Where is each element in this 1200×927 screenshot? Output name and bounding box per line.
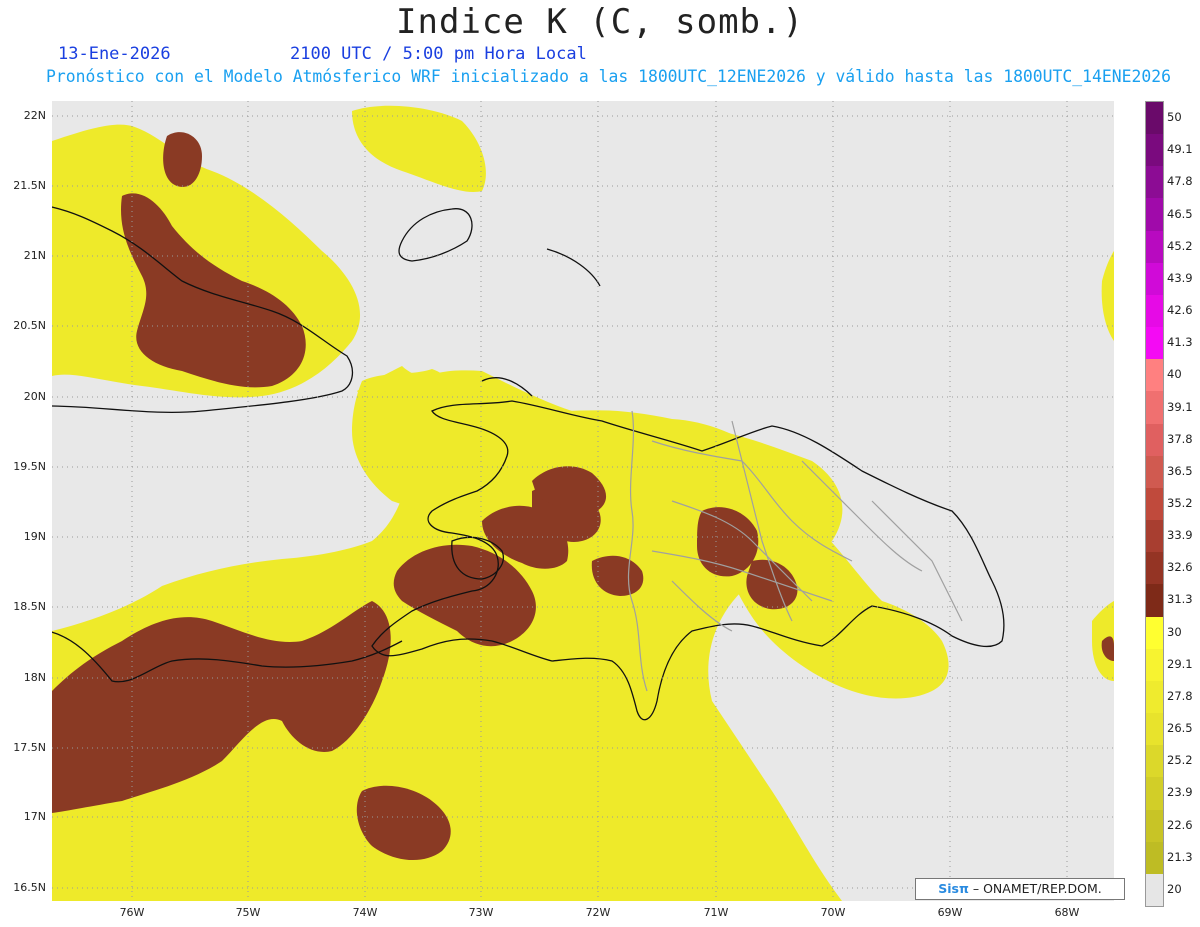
lon-label: 72W xyxy=(585,906,611,919)
colorbar-label: 49.1 xyxy=(1167,142,1193,157)
colorbar-segment xyxy=(1146,359,1163,392)
lat-label: 17N xyxy=(23,810,46,823)
colorbar-segment xyxy=(1146,520,1163,553)
colorbar-segment xyxy=(1146,648,1163,682)
lon-label: 73W xyxy=(468,906,494,919)
k-index-map xyxy=(52,101,1114,901)
forecast-date: 13-Ene-2026 xyxy=(58,44,171,64)
colorbar-segment xyxy=(1146,262,1163,296)
colorbar-label: 39.1 xyxy=(1167,399,1193,414)
colorbar-label: 20 xyxy=(1167,881,1182,896)
lon-label: 68W xyxy=(1054,906,1080,919)
colorbar-segment xyxy=(1146,230,1163,264)
colorbar-label: 42.6 xyxy=(1167,303,1193,318)
colorbar-label: 41.3 xyxy=(1167,335,1193,350)
k-index-field-cuba-north xyxy=(352,105,486,192)
lat-label: 18N xyxy=(23,671,46,684)
colorbar-segment xyxy=(1146,552,1163,585)
colorbar-label: 26.5 xyxy=(1167,721,1193,736)
colorbar-segment xyxy=(1146,134,1163,167)
k-index-high-cuba-2 xyxy=(163,132,202,187)
lat-label: 21N xyxy=(23,249,46,262)
lon-label: 71W xyxy=(703,906,729,919)
colorbar-segment xyxy=(1146,616,1163,650)
lat-label: 17.5N xyxy=(13,741,46,754)
colorbar-label: 35.2 xyxy=(1167,496,1193,510)
credit-org: – ONAMET/REP.DOM. xyxy=(972,881,1102,896)
colorbar-segment xyxy=(1146,294,1163,328)
lon-label: 76W xyxy=(119,906,145,919)
colorbar-segment xyxy=(1146,873,1163,907)
colorbar-label: 25.2 xyxy=(1167,753,1193,768)
lon-label: 74W xyxy=(352,906,378,919)
colorbar-label: 43.9 xyxy=(1167,270,1193,285)
lat-label: 21.5N xyxy=(13,179,46,192)
colorbar-label: 33.9 xyxy=(1167,528,1193,543)
forecast-time: 2100 UTC / 5:00 pm Hora Local xyxy=(290,44,587,64)
colorbar-label: 21.3 xyxy=(1167,849,1193,864)
colorbar-label: 45.2 xyxy=(1167,238,1193,253)
colorbar-label: 37.8 xyxy=(1167,431,1193,446)
colorbar-segment xyxy=(1146,777,1163,811)
colorbar-label: 31.3 xyxy=(1167,592,1193,607)
k-index-field-ne xyxy=(1101,251,1114,341)
colorbar-label: 47.8 xyxy=(1167,174,1193,189)
lat-label: 19.5N xyxy=(13,460,46,473)
colorbar-segment xyxy=(1146,166,1163,199)
colorbar-segment xyxy=(1146,102,1163,135)
colorbar-segment xyxy=(1146,327,1163,360)
lat-label: 16.5N xyxy=(13,881,46,894)
lat-label: 19N xyxy=(23,530,46,543)
colorbar-label: 30 xyxy=(1167,624,1182,639)
sispi-logo: Sisπ xyxy=(938,881,969,896)
colorbar-label: 50 xyxy=(1167,110,1182,125)
colorbar-label: 46.5 xyxy=(1167,206,1193,221)
credit-box: Sisπ – ONAMET/REP.DOM. xyxy=(915,878,1125,900)
colorbar-segment xyxy=(1146,423,1163,457)
colorbar-segment xyxy=(1146,487,1163,521)
colorbar-label: 23.9 xyxy=(1167,785,1193,800)
lat-label: 18.5N xyxy=(13,600,46,613)
lat-label: 22N xyxy=(23,109,46,122)
colorbar-segment xyxy=(1146,680,1163,714)
map-title: Indice K (C, somb.) xyxy=(396,2,804,42)
colorbar-segment xyxy=(1146,713,1163,746)
colorbar-segment xyxy=(1146,809,1163,843)
colorbar-segment xyxy=(1146,391,1163,425)
colorbar-segment xyxy=(1146,841,1163,875)
forecast-description: Pronóstico con el Modelo Atmósferico WRF… xyxy=(46,67,1171,86)
colorbar-segment xyxy=(1146,745,1163,778)
lon-label: 70W xyxy=(820,906,846,919)
lat-label: 20N xyxy=(23,390,46,403)
colorbar-segment xyxy=(1146,584,1163,618)
lat-label: 20.5N xyxy=(13,319,46,332)
colorbar-segment xyxy=(1146,455,1163,489)
colorbar-label: 27.8 xyxy=(1167,688,1193,703)
colorbar-label: 40 xyxy=(1167,367,1182,382)
colorbar-label: 29.1 xyxy=(1167,656,1193,671)
lon-label: 69W xyxy=(937,906,963,919)
colorbar-label: 36.5 xyxy=(1167,463,1193,478)
lon-label: 75W xyxy=(235,906,261,919)
colorbar-label: 22.6 xyxy=(1167,817,1193,832)
colorbar xyxy=(1145,101,1164,907)
colorbar-segment xyxy=(1146,198,1163,232)
colorbar-label: 32.6 xyxy=(1167,560,1193,575)
